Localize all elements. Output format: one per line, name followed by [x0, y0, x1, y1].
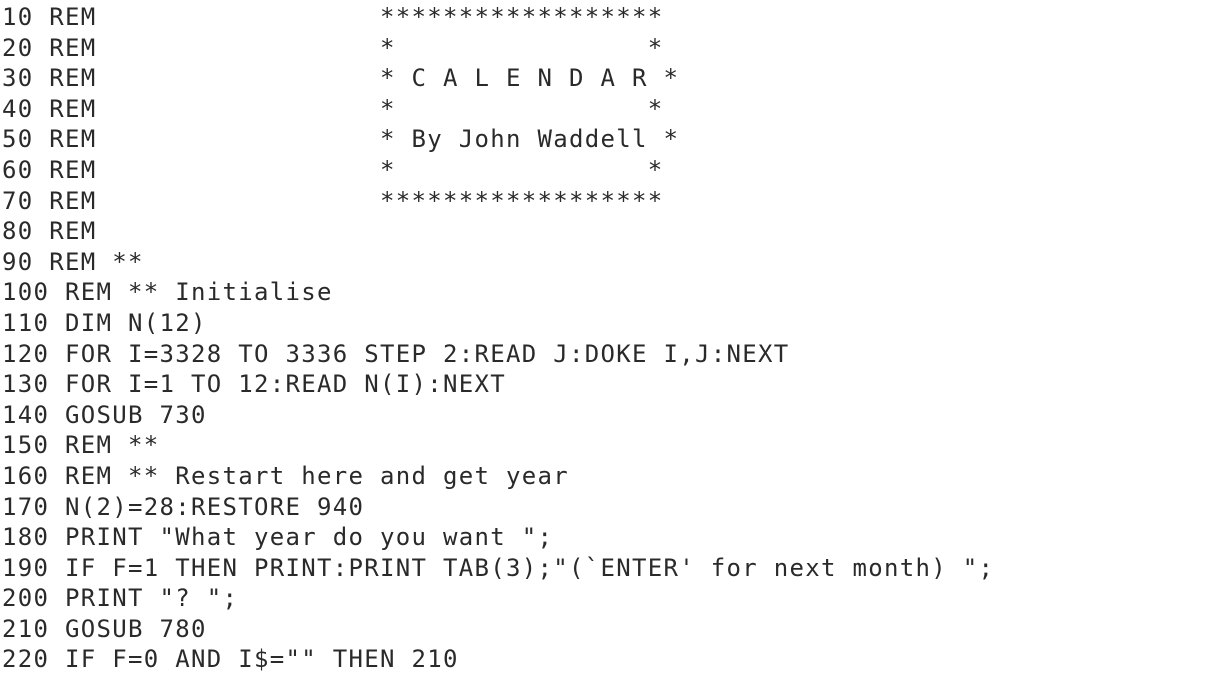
code-line-90: 90 REM ** [2, 247, 144, 276]
basic-program-listing: 10 REM ****************** 20 REM * * 30 … [2, 2, 1211, 688]
code-line-120: 120 FOR I=3328 TO 3336 STEP 2:READ J:DOK… [2, 339, 790, 368]
code-line-40: 40 REM * * [2, 94, 664, 123]
code-line-30: 30 REM * C A L E N D A R * [2, 64, 680, 93]
code-line-170: 170 N(2)=28:RESTORE 940 [2, 492, 365, 521]
code-line-50: 50 REM * By John Waddell * [2, 125, 680, 154]
code-line-160: 160 REM ** Restart here and get year [2, 461, 569, 490]
code-line-220: 220 IF F=0 AND I$="" THEN 210 [2, 645, 459, 674]
code-line-10: 10 REM ****************** [2, 3, 664, 31]
code-line-180: 180 PRINT "What year do you want "; [2, 523, 554, 552]
code-line-210: 210 GOSUB 780 [2, 614, 207, 643]
code-line-80: 80 REM [2, 217, 97, 246]
code-line-60: 60 REM * * [2, 155, 664, 184]
code-line-110: 110 DIM N(12) [2, 308, 207, 337]
code-line-150: 150 REM ** [2, 431, 160, 460]
code-line-190: 190 IF F=1 THEN PRINT:PRINT TAB(3);"(`EN… [2, 553, 995, 582]
code-line-130: 130 FOR I=1 TO 12:READ N(I):NEXT [2, 370, 506, 399]
code-line-20: 20 REM * * [2, 33, 664, 62]
code-line-140: 140 GOSUB 730 [2, 400, 207, 429]
code-line-200: 200 PRINT "? "; [2, 584, 239, 613]
code-line-100: 100 REM ** Initialise [2, 278, 333, 307]
code-line-70: 70 REM ****************** [2, 186, 664, 215]
